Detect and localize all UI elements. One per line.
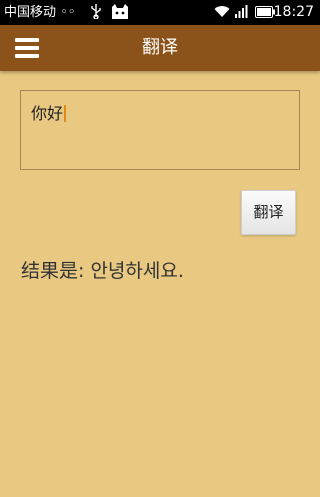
carrier-label: 中国移动 ◦◦: [4, 5, 76, 20]
status-clock: 18:27: [273, 4, 314, 20]
translate-button[interactable]: 翻译: [241, 190, 296, 235]
battery-icon: [255, 6, 275, 22]
app-screen: 中国移动 ◦◦ 18:27 翻译 你好 翻译 结果是: 안녕하세요.: [0, 0, 320, 497]
translation-result: 结果是: 안녕하세요.: [21, 260, 184, 282]
action-bar: 翻译: [0, 25, 320, 71]
usb-icon: [90, 3, 102, 23]
signal-icon: [235, 5, 249, 22]
source-text-value: 你好: [31, 104, 64, 123]
source-text-input[interactable]: 你好: [20, 90, 300, 170]
status-bar: 中国移动 ◦◦ 18:27: [0, 0, 320, 25]
wifi-icon: [214, 5, 230, 22]
page-title: 翻译: [142, 37, 178, 58]
cat-notification-icon: [110, 3, 130, 24]
text-caret: [64, 105, 67, 122]
